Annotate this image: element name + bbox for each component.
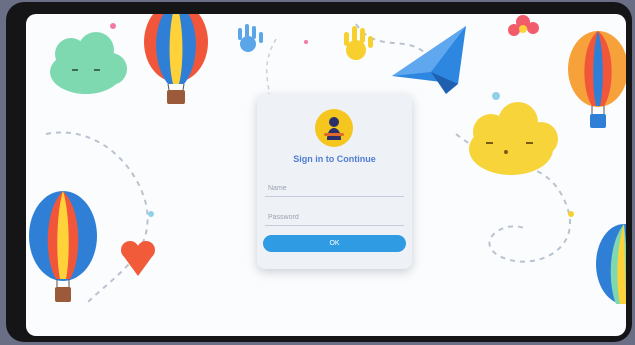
dot-icon [148, 211, 154, 217]
avatar [315, 109, 353, 147]
hot-air-balloon-icon [144, 14, 208, 104]
username-field[interactable] [265, 180, 404, 197]
paper-plane-icon [392, 26, 466, 94]
hot-air-balloon-icon [29, 191, 97, 302]
screen: Sign in to Continue OK [26, 14, 626, 336]
password-field[interactable] [265, 209, 404, 226]
dot-icon [568, 211, 574, 217]
cloud-green-icon [50, 32, 127, 94]
dot-icon [492, 92, 500, 100]
hot-air-balloon-icon [596, 224, 626, 304]
login-title: Sign in to Continue [293, 154, 376, 164]
hand-icon [344, 26, 373, 60]
login-card: Sign in to Continue OK [257, 94, 412, 269]
hand-icon [238, 24, 263, 52]
user-icon [324, 117, 344, 140]
dot-icon [304, 40, 308, 44]
heart-icon [121, 241, 155, 276]
submit-button[interactable]: OK [263, 235, 406, 252]
dashed-path-top [355, 23, 427, 55]
flower-icon [508, 15, 539, 36]
hot-air-balloon-icon [568, 31, 626, 128]
cloud-yellow-icon [469, 102, 558, 175]
dot-icon [110, 23, 116, 29]
